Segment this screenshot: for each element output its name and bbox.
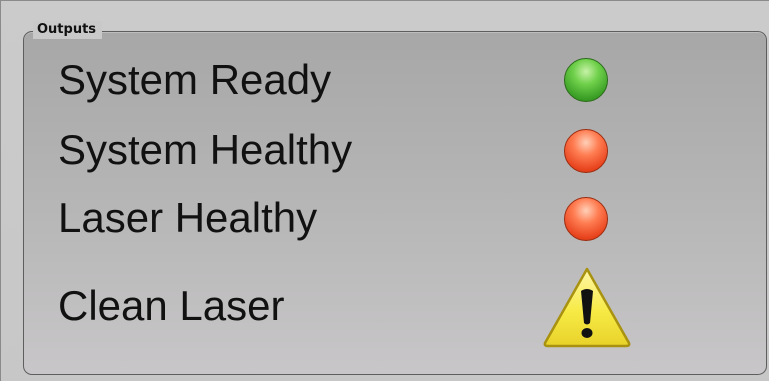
output-label-clean-laser: Clean Laser [58,282,285,329]
output-label-laser-healthy: Laser Healthy [58,194,318,241]
outputs-window: Outputs System Ready System Healthy Lase… [0,0,769,381]
warning-icon [543,267,631,348]
red-led-icon [564,129,608,173]
output-label-system-ready: System Ready [58,56,332,103]
output-label-system-healthy: System Healthy [58,126,353,173]
red-led-icon [564,197,608,241]
group-title: Outputs [33,21,103,39]
green-led-icon [564,58,608,102]
